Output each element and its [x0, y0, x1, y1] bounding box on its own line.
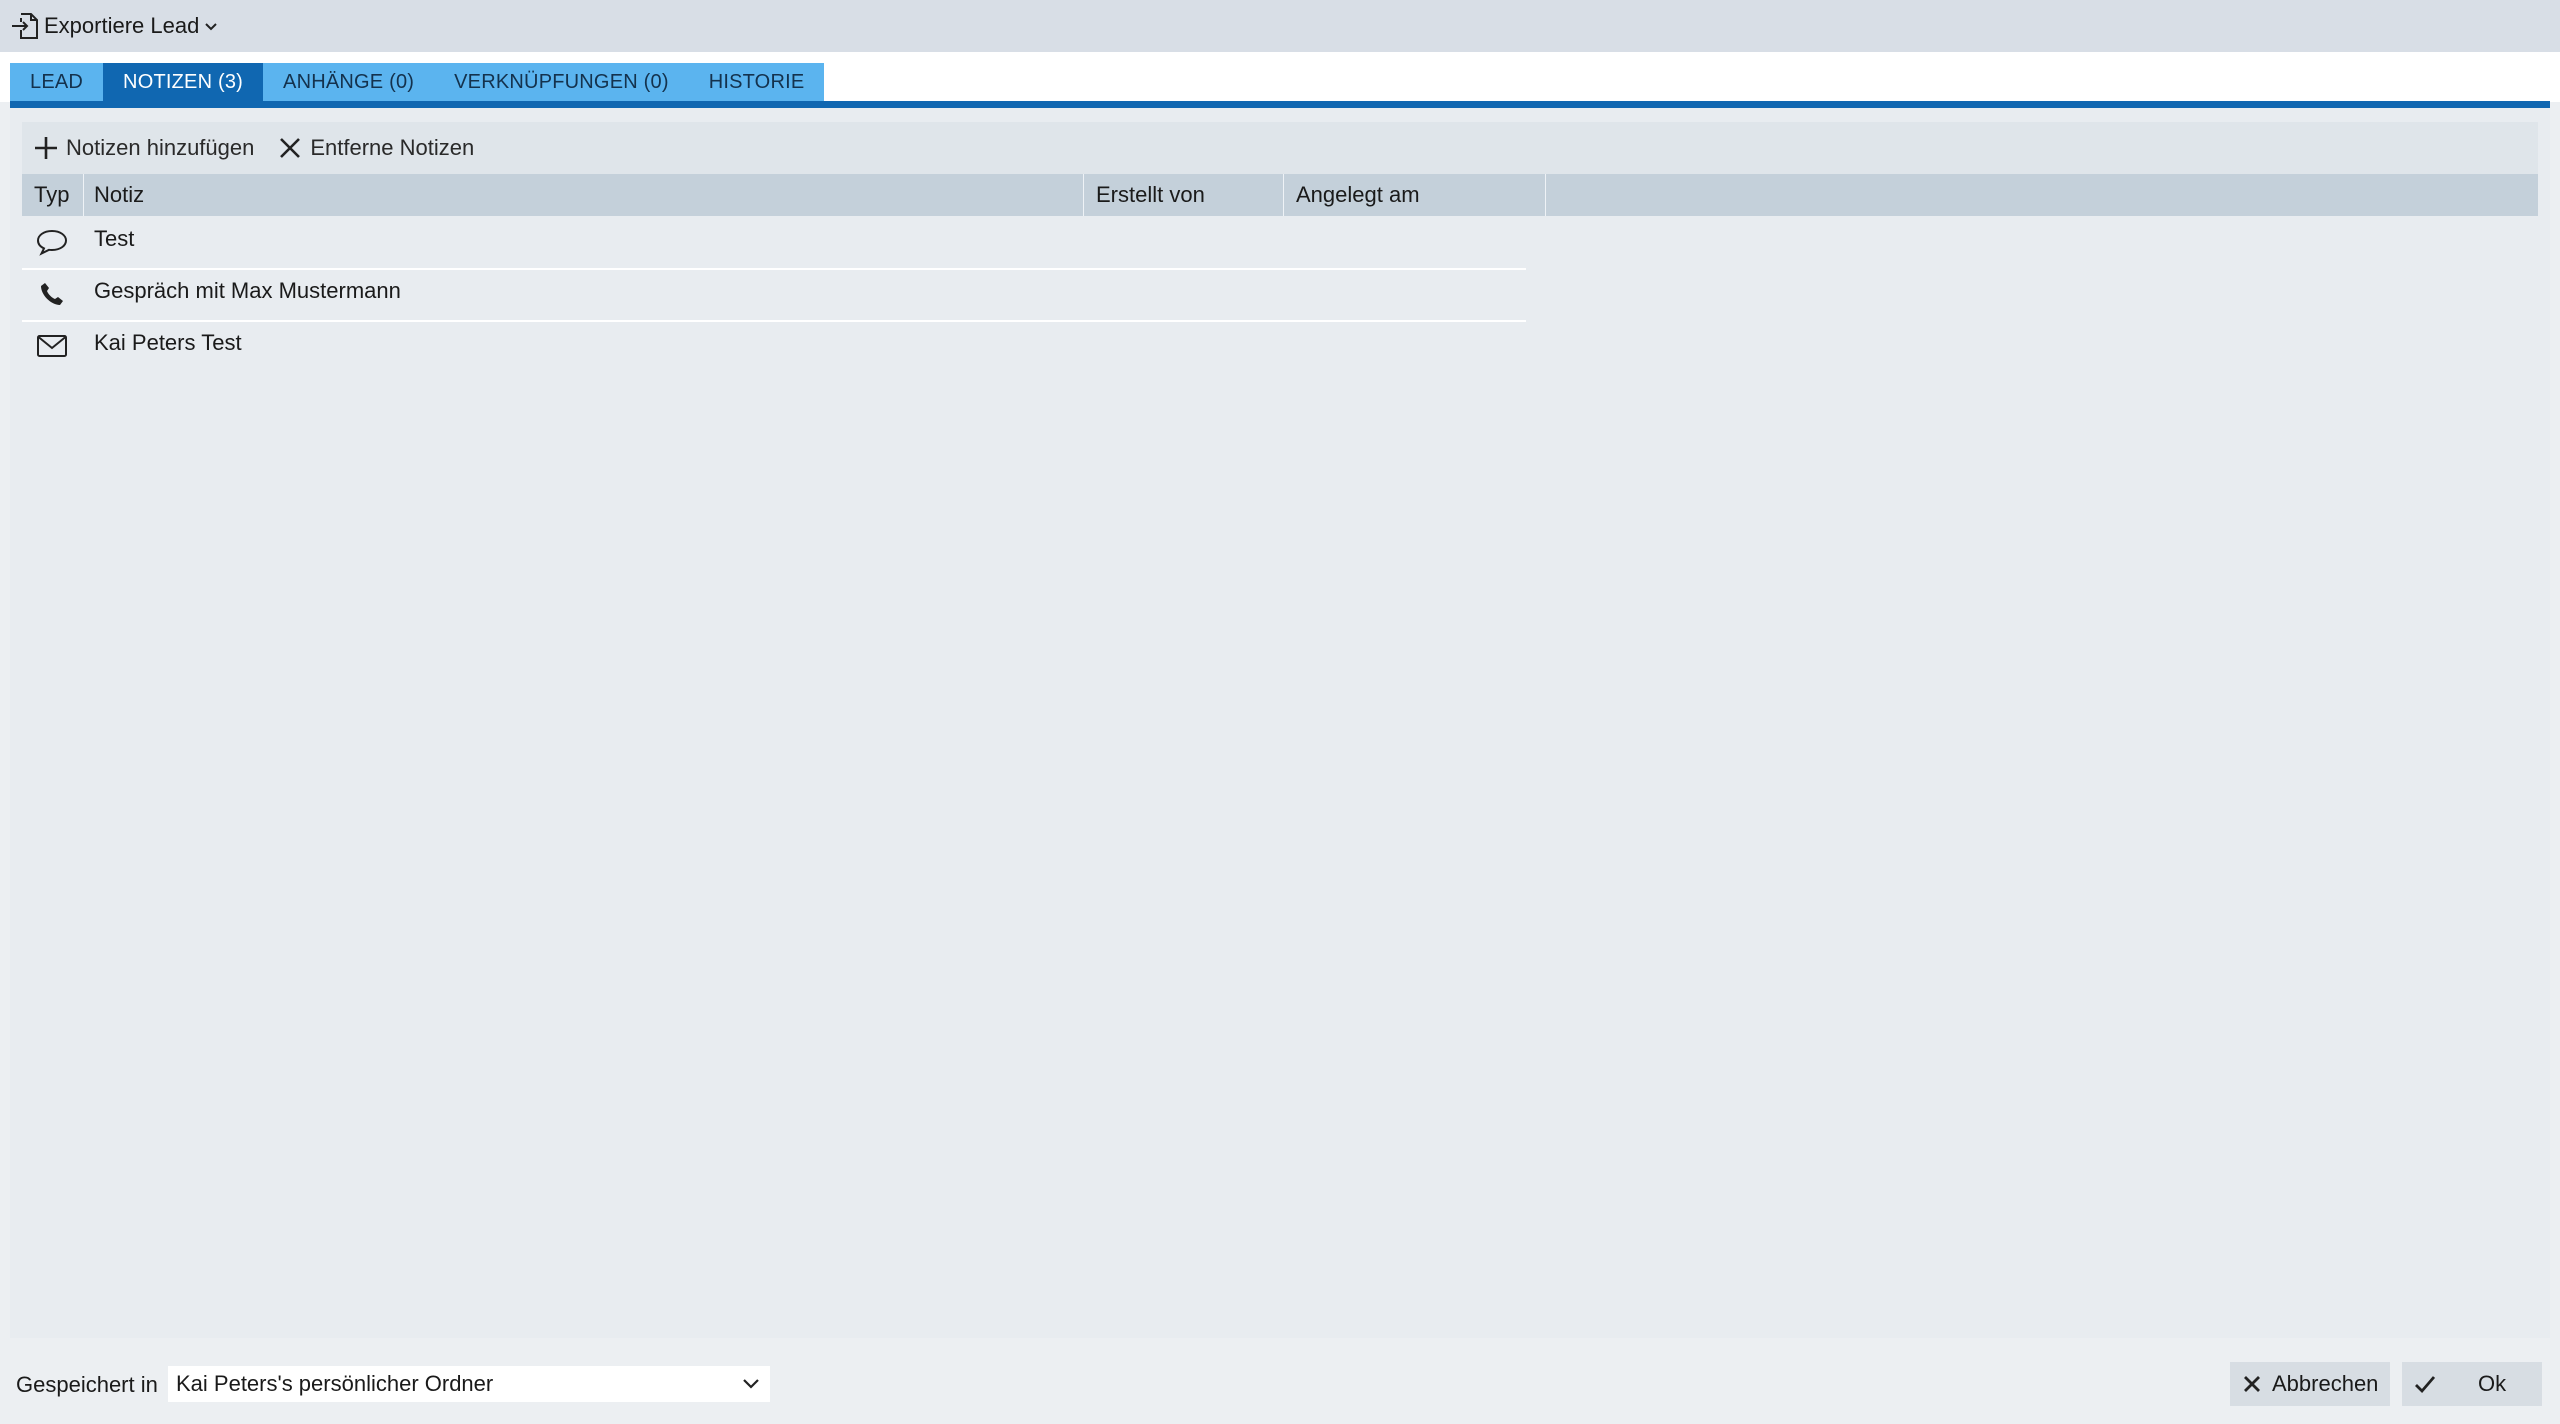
folder-select[interactable]: Kai Peters's persönlicher Ordner: [168, 1366, 770, 1402]
row-type-cell: [30, 216, 74, 268]
tab-historie[interactable]: HISTORIE: [688, 63, 825, 101]
tab-anhaenge-label: ANHÄNGE (0): [283, 70, 415, 93]
tab-historie-label: HISTORIE: [708, 70, 805, 93]
column-header-notiz[interactable]: Notiz: [84, 174, 1084, 216]
export-lead-menu[interactable]: Exportiere Lead: [10, 10, 219, 42]
tab-verknuepfungen[interactable]: VERKNÜPFUNGEN (0): [434, 63, 689, 101]
column-header-angelegt-am-label: Angelegt am: [1296, 182, 1420, 207]
ok-button[interactable]: Ok: [2402, 1362, 2542, 1406]
chevron-down-icon: [205, 23, 218, 31]
active-tab-underline: [10, 101, 2550, 108]
checkmark-icon: [2415, 1376, 2436, 1394]
column-header-erstellt-von-label: Erstellt von: [1096, 182, 1205, 207]
export-lead-label: Exportiere Lead: [44, 13, 200, 38]
folder-select-value: Kai Peters's persönlicher Ordner: [176, 1371, 494, 1396]
export-document-icon: [12, 13, 38, 39]
table-row[interactable]: Test: [22, 216, 1526, 270]
tab-verknuepfungen-label: VERKNÜPFUNGEN (0): [454, 70, 669, 93]
close-icon: [2244, 1376, 2260, 1392]
row-type-cell: [30, 320, 74, 372]
chevron-down-icon: [743, 1379, 759, 1389]
plus-icon: [35, 137, 57, 159]
tab-notizen[interactable]: NOTIZEN (3): [103, 63, 264, 101]
tab-notizen-label: NOTIZEN (3): [123, 70, 244, 93]
top-bar: Exportiere Lead: [0, 0, 2560, 52]
remove-notes-button[interactable]: Entferne Notizen: [266, 128, 486, 168]
column-header-erstellt-von[interactable]: Erstellt von: [1084, 174, 1284, 216]
tab-bar: LEAD NOTIZEN (3) ANHÄNGE (0) VERKNÜPFUNG…: [10, 63, 825, 101]
cancel-label: Abbrechen: [2272, 1371, 2379, 1396]
row-note-text: Kai Peters Test: [94, 330, 242, 355]
notes-grid-header: Typ Notiz Erstellt von Angelegt am: [22, 174, 2538, 216]
tab-lead[interactable]: LEAD: [10, 63, 104, 101]
tab-lead-label: LEAD: [30, 70, 84, 93]
remove-notes-label: Entferne Notizen: [310, 135, 475, 160]
envelope-icon: [37, 335, 67, 357]
table-row[interactable]: Gespräch mit Max Mustermann: [22, 268, 1526, 322]
row-note-text: Test: [94, 226, 135, 251]
notes-toolbar: Notizen hinzufügen Entferne Notizen: [22, 122, 2538, 174]
row-type-cell: [30, 268, 74, 320]
saved-in-label: Gespeichert in: [16, 1372, 158, 1397]
speech-bubble-icon: [36, 229, 68, 256]
column-header-angelegt-am[interactable]: Angelegt am: [1284, 174, 1546, 216]
column-header-typ-label: Typ: [34, 182, 70, 207]
row-note-text: Gespräch mit Max Mustermann: [94, 278, 401, 303]
table-row[interactable]: Kai Peters Test: [22, 320, 1526, 372]
ok-label: Ok: [2478, 1371, 2507, 1396]
phone-icon: [41, 283, 63, 305]
add-notes-button[interactable]: Notizen hinzufügen: [22, 128, 266, 168]
close-icon: [280, 138, 301, 158]
cancel-button[interactable]: Abbrechen: [2230, 1362, 2390, 1406]
column-header-notiz-label: Notiz: [94, 182, 145, 207]
tab-anhaenge[interactable]: ANHÄNGE (0): [263, 63, 435, 101]
add-notes-label: Notizen hinzufügen: [66, 135, 255, 160]
column-header-typ[interactable]: Typ: [22, 174, 84, 216]
